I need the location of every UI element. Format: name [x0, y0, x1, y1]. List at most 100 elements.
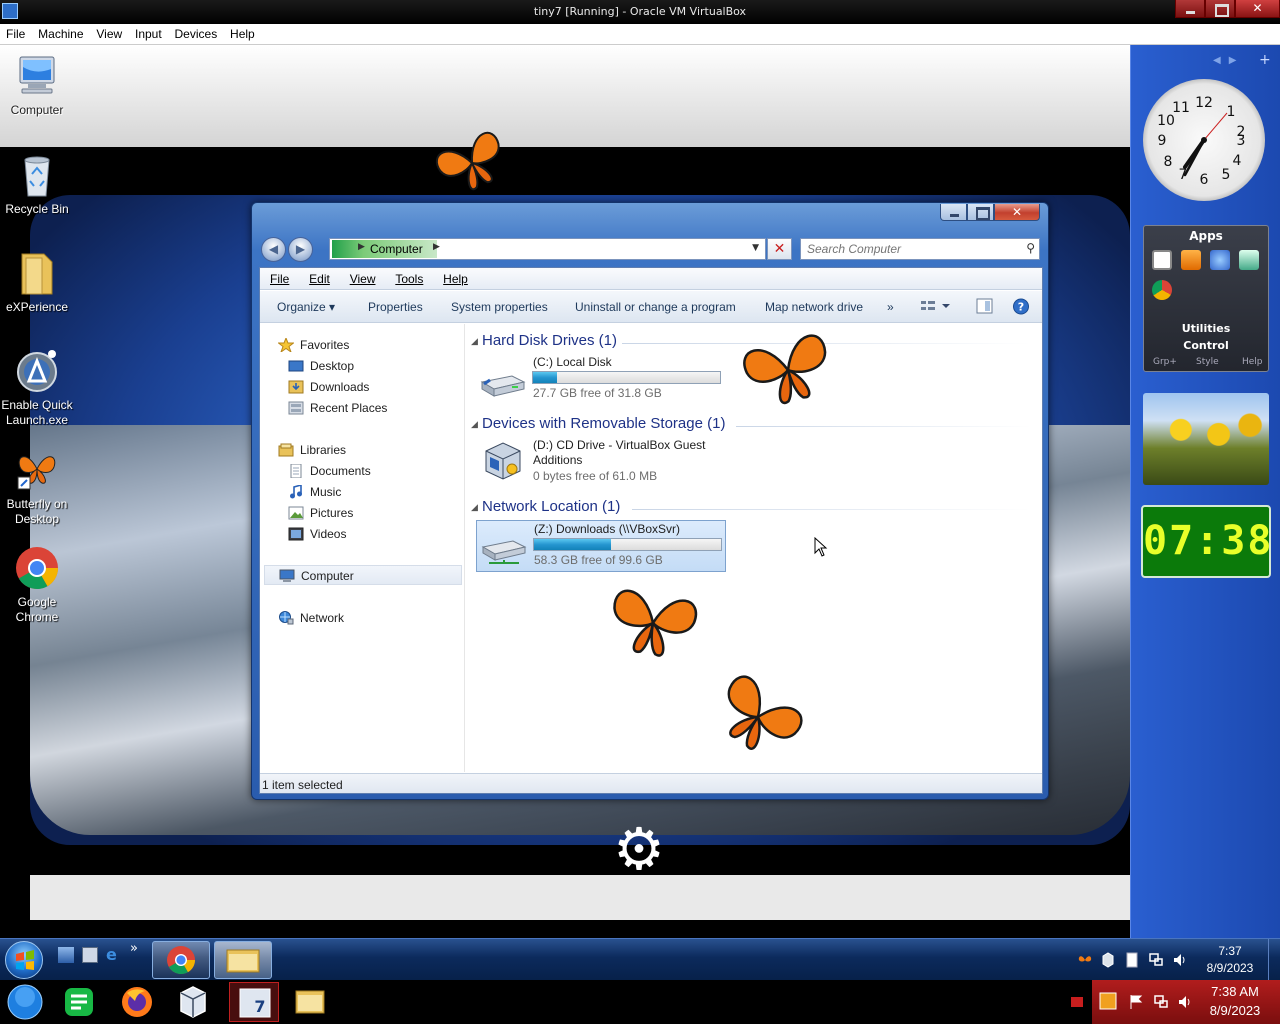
menu-file[interactable]: File — [260, 268, 297, 286]
sidebar-nav-arrows[interactable]: ◀▶ — [1213, 55, 1244, 66]
hourglass-icon[interactable] — [1239, 250, 1259, 270]
chevron-right-icon[interactable]: ▶ — [358, 242, 365, 252]
search-box[interactable]: ⚲ — [800, 238, 1040, 260]
help-link[interactable]: Help — [1242, 357, 1263, 367]
chrome-icon[interactable] — [1152, 280, 1172, 300]
search-icon[interactable]: ⚲ — [1026, 241, 1035, 255]
menu-view[interactable]: View — [342, 268, 384, 286]
back-button[interactable]: ◀ — [261, 237, 286, 262]
show-desktop-button[interactable] — [1268, 939, 1280, 981]
group-header-removable[interactable]: ◢ Devices with Removable Storage (1) — [466, 415, 1031, 437]
view-options-icon[interactable] — [920, 298, 950, 315]
host-start-button[interactable] — [5, 983, 45, 1021]
map-network-drive-button[interactable]: Map network drive — [765, 300, 863, 314]
group-header-network-location[interactable]: ◢ Network Location (1) — [466, 498, 1031, 520]
menu-help[interactable]: Help — [435, 268, 476, 286]
analog-clock-gadget[interactable]: 12 1 2 345 678 9 10 11 — [1143, 79, 1265, 201]
menu-edit[interactable]: Edit — [301, 268, 338, 286]
nav-favorites[interactable]: Favorites — [260, 335, 465, 355]
start-button[interactable] — [5, 941, 43, 979]
nav-documents[interactable]: Documents — [260, 461, 465, 481]
forward-button[interactable]: ▶ — [288, 237, 313, 262]
help-icon[interactable]: ? — [1012, 298, 1030, 315]
host-menu-view[interactable]: View — [90, 24, 125, 41]
host-minimize-button[interactable] — [1175, 0, 1205, 18]
nav-recent-places[interactable]: Recent Places — [260, 398, 465, 418]
desktop-icon-google-chrome[interactable]: Google Chrome — [0, 545, 74, 625]
close-button[interactable]: ✕ — [994, 204, 1040, 221]
desktop-icon-experience[interactable]: eXPerience — [0, 250, 74, 315]
taskbar-explorer-button[interactable] — [214, 941, 272, 979]
organize-button[interactable]: Organize ▾ — [277, 300, 335, 314]
nav-music[interactable]: Music — [260, 482, 465, 502]
host-firefox[interactable] — [117, 983, 157, 1021]
drive-tile-z[interactable]: (Z:) Downloads (\\VBoxSvr) 58.3 GB free … — [476, 520, 726, 572]
network-tray-icon[interactable] — [1153, 994, 1169, 1010]
nav-computer[interactable]: Computer — [264, 565, 462, 585]
host-shield-icon[interactable] — [1099, 992, 1117, 1010]
preview-pane-icon[interactable] — [976, 298, 994, 315]
nav-desktop[interactable]: Desktop — [260, 356, 465, 376]
host-vm-window-button[interactable]: 7 — [229, 982, 279, 1022]
drive-tile-c[interactable]: (C:) Local Disk 27.7 GB free of 31.8 GB — [476, 354, 726, 406]
taskbar-chrome-button[interactable] — [152, 941, 210, 979]
nav-videos[interactable]: Videos — [260, 524, 465, 544]
internet-explorer-icon[interactable]: e — [106, 947, 122, 963]
desktop-icon-enable-quick-launch[interactable]: Enable Quick Launch.exe — [0, 348, 74, 428]
action-center-flag-icon[interactable] — [1129, 994, 1145, 1010]
host-virtualbox[interactable] — [173, 983, 213, 1021]
group-add-link[interactable]: Grp+ — [1153, 357, 1177, 367]
butterfly-tray-icon[interactable] — [1077, 952, 1093, 968]
volume-tray-icon[interactable] — [1172, 952, 1188, 968]
menu-tools[interactable]: Tools — [387, 268, 431, 286]
paint-icon[interactable] — [1210, 250, 1230, 270]
host-menu-devices[interactable]: Devices — [169, 24, 221, 41]
host-menu-input[interactable]: Input — [129, 24, 165, 41]
media-player-icon[interactable] — [1181, 250, 1201, 270]
collapse-triangle-icon[interactable]: ◢ — [471, 502, 478, 513]
host-notes-app[interactable] — [59, 983, 99, 1021]
drive-tile-d[interactable]: (D:) CD Drive - VirtualBox Guest Additio… — [476, 437, 726, 489]
properties-button[interactable]: Properties — [368, 300, 423, 314]
host-menu-help[interactable]: Help — [224, 24, 258, 41]
chevron-down-icon[interactable]: ▼ — [752, 243, 759, 253]
volume-tray-icon[interactable] — [1177, 994, 1193, 1010]
slideshow-gadget[interactable] — [1143, 393, 1269, 485]
maximize-button[interactable] — [967, 204, 994, 221]
system-properties-button[interactable]: System properties — [451, 300, 548, 314]
host-menu-file[interactable]: File — [0, 24, 28, 41]
switch-windows-icon[interactable] — [82, 947, 98, 963]
network-tray-icon[interactable] — [1148, 952, 1164, 968]
nav-downloads[interactable]: Downloads — [260, 377, 465, 397]
collapse-triangle-icon[interactable]: ◢ — [471, 419, 478, 430]
nav-network[interactable]: Network — [260, 608, 465, 628]
show-desktop-icon[interactable] — [58, 947, 74, 963]
desktop-icon-computer[interactable]: Computer — [0, 53, 74, 118]
collapse-triangle-icon[interactable]: ◢ — [471, 336, 478, 347]
uninstall-program-button[interactable]: Uninstall or change a program — [575, 300, 736, 314]
quick-launch-overflow[interactable]: » — [130, 941, 146, 957]
minimize-button[interactable] — [940, 204, 967, 221]
chevron-right-icon[interactable]: ▶ — [433, 242, 440, 252]
more-commands-button[interactable]: » — [887, 300, 894, 314]
virtualbox-tray-icon[interactable] — [1100, 952, 1116, 968]
host-tray-clock[interactable]: 7:38 AM 8/9/2023 — [1198, 982, 1272, 1020]
host-tray-red-icon[interactable] — [1070, 996, 1084, 1008]
search-input[interactable] — [807, 241, 1007, 257]
breadcrumb-computer[interactable]: Computer — [370, 242, 423, 256]
nav-libraries[interactable]: Libraries — [260, 440, 465, 460]
host-file-manager[interactable] — [290, 983, 330, 1021]
document-tray-icon[interactable] — [1124, 952, 1140, 968]
host-menu-machine[interactable]: Machine — [32, 24, 86, 41]
desktop-icon-recycle-bin[interactable]: Recycle Bin — [0, 152, 74, 217]
nav-pictures[interactable]: Pictures — [260, 503, 465, 523]
guest-tray-clock[interactable]: 7:37 8/9/2023 — [1198, 943, 1262, 977]
host-close-button[interactable]: ✕ — [1235, 0, 1280, 18]
stop-button[interactable]: ✕ — [767, 238, 792, 260]
digital-clock-gadget[interactable]: 07:38 — [1141, 505, 1271, 578]
desktop-icon-butterfly[interactable]: Butterfly on Desktop — [0, 447, 74, 527]
style-link[interactable]: Style — [1196, 357, 1219, 367]
utilities-label[interactable]: Utilities — [1144, 322, 1268, 335]
address-bar[interactable]: ▶ Computer ▶ ▼ — [329, 238, 766, 260]
host-maximize-button[interactable] — [1205, 0, 1235, 18]
